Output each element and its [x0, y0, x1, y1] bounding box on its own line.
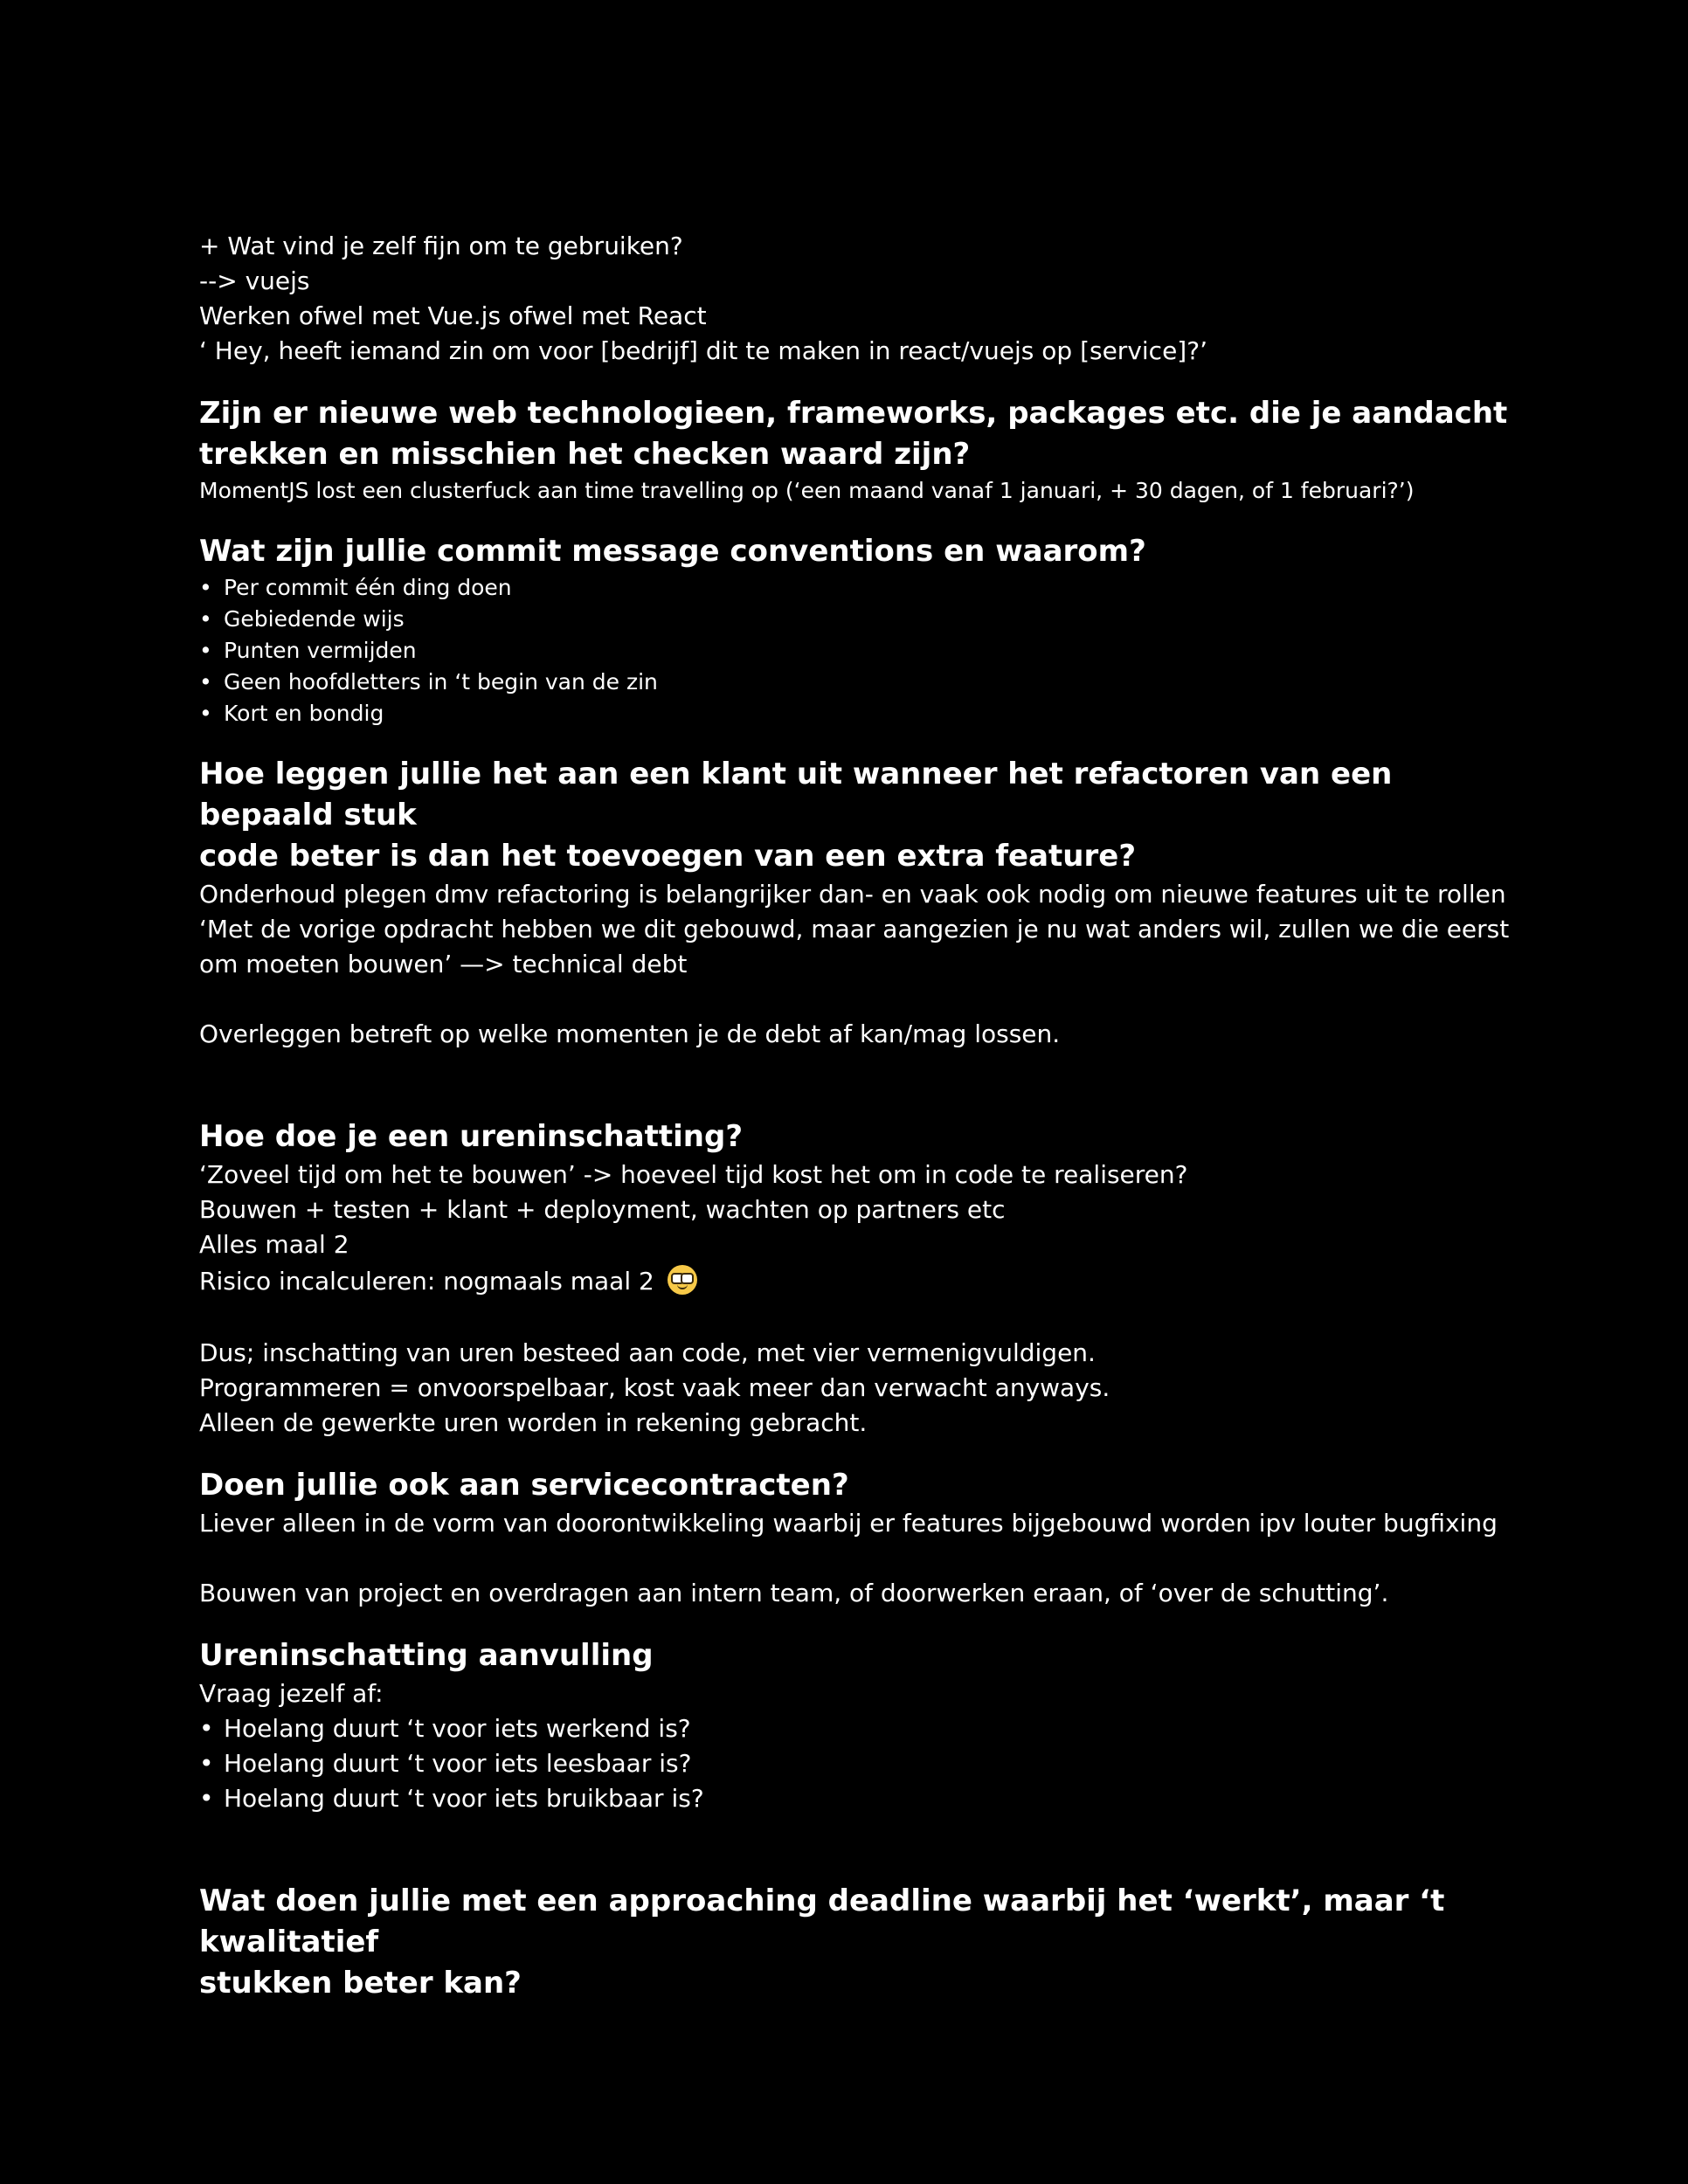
- section-text: Bouwen + testen + klant + deployment, wa…: [199, 1195, 1006, 1224]
- list-item-text: Hoelang duurt ‘t voor iets bruikbaar is?: [224, 1784, 704, 1813]
- list-item-text: Per commit één ding doen: [224, 575, 512, 600]
- section-text: Onderhoud plegen dmv refactoring is bela…: [199, 880, 1506, 909]
- list-item: • Geen hoofdletters in ‘t begin van de zi…: [199, 667, 1510, 698]
- section-text: om moeten bouwen’ —> technical debt: [199, 950, 688, 978]
- intro-block: + Wat vind je zelf fijn om te gebruiken?…: [199, 229, 1510, 369]
- intro-line: --> vuejs: [199, 266, 310, 295]
- section-heading: Zijn er nieuwe web technologieen, framew…: [199, 396, 1508, 431]
- section-text: ‘Zoveel tijd om het te bouwen’ -> hoevee…: [199, 1160, 1188, 1189]
- bullet-icon: •: [199, 1749, 214, 1778]
- list-item-text: Hoelang duurt ‘t voor iets werkend is?: [224, 1714, 691, 1743]
- bullet-icon: •: [199, 669, 212, 695]
- list-item: • Hoelang duurt ‘t voor iets werkend is?: [199, 1711, 1510, 1746]
- section-text: ‘Met de vorige opdracht hebben we dit ge…: [199, 915, 1510, 943]
- section-text: Liever alleen in de vorm van doorontwikk…: [199, 1509, 1498, 1538]
- section-commit-conventions: Wat zijn jullie commit message conventio…: [199, 531, 1510, 729]
- section-text: Bouwen van project en overdragen aan int…: [199, 1579, 1389, 1607]
- intro-line: Werken ofwel met Vue.js ofwel met React: [199, 301, 707, 330]
- list-item: • Per commit één ding doen: [199, 572, 1510, 604]
- bullet-icon: •: [199, 1784, 214, 1813]
- list-item-text: Punten vermijden: [224, 638, 417, 663]
- intro-line: ‘ Hey, heeft iemand zin om voor [bedrijf…: [199, 336, 1207, 365]
- bullet-list: • Per commit één ding doen • Gebiedende wi…: [199, 572, 1510, 729]
- bullet-icon: •: [199, 575, 212, 600]
- nerd-face-icon: [667, 1265, 697, 1295]
- section-heading: Wat doen jullie met een approaching dead…: [199, 1883, 1445, 1959]
- section-hour-estimate: Hoe doe je een ureninschatting? ‘Zoveel …: [199, 1116, 1510, 1441]
- section-heading: trekken en misschien het checken waard z…: [199, 437, 971, 472]
- list-item-text: Geen hoofdletters in ‘t begin van de zin: [224, 669, 658, 695]
- section-deadline: Wat doen jullie met een approaching dead…: [199, 1881, 1510, 2004]
- section-text: Programmeren = onvoorspelbaar, kost vaak…: [199, 1373, 1110, 1402]
- section-text: Vraag jezelf af:: [199, 1679, 384, 1708]
- bullet-icon: •: [199, 638, 212, 663]
- section-text: MomentJS lost een clusterfuck aan time t…: [199, 478, 1415, 503]
- section-text: Risico incalculeren: nogmaals maal 2: [199, 1267, 654, 1296]
- section-service-contracts: Doen jullie ook aan servicecontracten? L…: [199, 1465, 1510, 1611]
- section-estimate-addendum: Ureninschatting aanvulling Vraag jezelf …: [199, 1635, 1510, 1816]
- section-heading: Doen jullie ook aan servicecontracten?: [199, 1468, 849, 1503]
- list-item: • Hoelang duurt ‘t voor iets bruikbaar is…: [199, 1781, 1510, 1816]
- section-heading: Hoe leggen jullie het aan een klant uit …: [199, 757, 1393, 833]
- list-item: • Punten vermijden: [199, 635, 1510, 667]
- section-heading: code beter is dan het toevoegen van een …: [199, 839, 1137, 874]
- section-text-with-emoji: Risico incalculeren: nogmaals maal 2: [199, 1262, 1510, 1301]
- bullet-icon: •: [199, 1714, 214, 1743]
- intro-line: + Wat vind je zelf fijn om te gebruiken?: [199, 232, 683, 260]
- bullet-list: • Hoelang duurt ‘t voor iets werkend is? …: [199, 1711, 1510, 1816]
- list-item-text: Kort en bondig: [224, 701, 384, 726]
- section-text: Overleggen betreft op welke momenten je …: [199, 1019, 1061, 1048]
- list-item-text: Hoelang duurt ‘t voor iets leesbaar is?: [224, 1749, 692, 1778]
- list-item: • Kort en bondig: [199, 698, 1510, 729]
- bullet-icon: •: [199, 606, 212, 632]
- document-page: + Wat vind je zelf fijn om te gebruiken?…: [199, 229, 1510, 2004]
- section-heading: Ureninschatting aanvulling: [199, 1638, 654, 1673]
- list-item: • Gebiedende wijs: [199, 604, 1510, 635]
- list-item-text: Gebiedende wijs: [224, 606, 405, 632]
- section-refactoring: Hoe leggen jullie het aan een klant uit …: [199, 754, 1510, 1052]
- list-item: • Hoelang duurt ‘t voor iets leesbaar is?: [199, 1746, 1510, 1781]
- section-text: Alles maal 2: [199, 1230, 349, 1259]
- section-heading: stukken beter kan?: [199, 1966, 522, 2001]
- section-new-technologies: Zijn er nieuwe web technologieen, framew…: [199, 393, 1510, 507]
- section-text: Dus; inschatting van uren besteed aan co…: [199, 1338, 1096, 1367]
- section-text: Alleen de gewerkte uren worden in rekeni…: [199, 1408, 868, 1437]
- section-heading: Wat zijn jullie commit message conventio…: [199, 534, 1146, 569]
- section-heading: Hoe doe je een ureninschatting?: [199, 1119, 744, 1154]
- bullet-icon: •: [199, 701, 212, 726]
